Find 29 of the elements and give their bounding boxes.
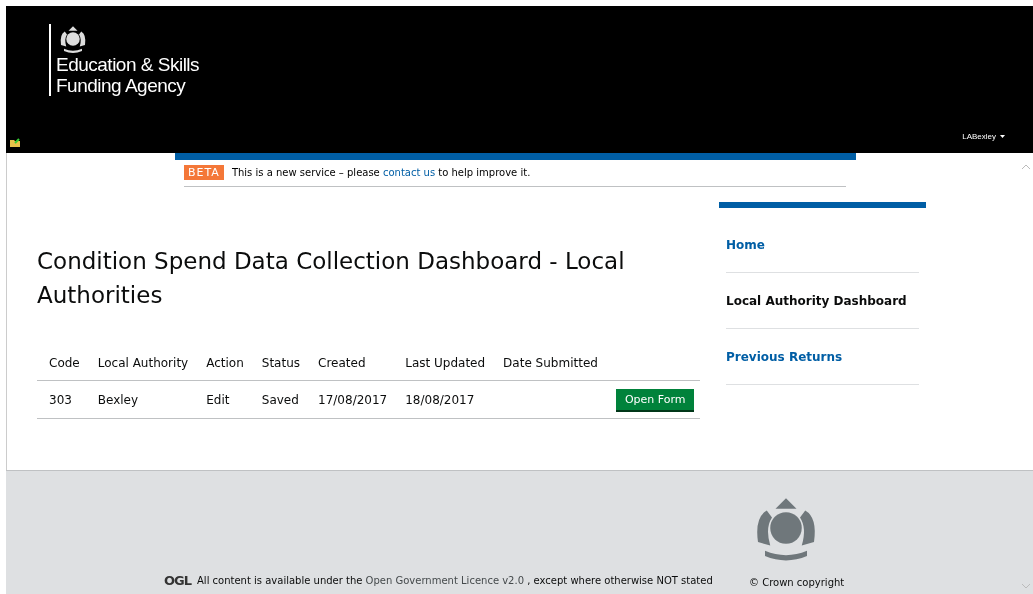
column-header: Created [306,348,394,381]
copyright-text: © Crown copyright [749,577,845,588]
contact-link[interactable]: contact us [382,167,436,178]
beta-tag: BETA [184,165,224,180]
column-header: Last Updated [393,348,492,381]
table-cell: Bexley [85,380,195,419]
user-menu[interactable]: LABexley [962,132,1005,141]
column-header: Action [194,348,250,381]
folder-icon [10,138,20,147]
page-title: Condition Spend Data Collection Dashboard - Local Authorities [37,247,626,310]
licence-text: All content is available under the Open Government Licence v2.0 , except where otherwise NOT stated [197,575,713,586]
nav-link[interactable]: Previous Returns [726,350,919,385]
nav-link[interactable]: Home [726,238,919,273]
column-header: Code [37,348,86,381]
logo-text: Education & Skills Funding Agency [56,54,200,96]
column-header: Date Submitted [491,348,604,381]
column-header: Status [249,348,307,381]
open-form-button[interactable]: Open Form [615,389,695,410]
nav-link[interactable]: Local Authority Dashboard [726,294,919,329]
table-cell: 18/08/2017 [393,380,492,419]
table-cell: 303 [37,380,86,419]
table-cell: Edit [194,380,250,419]
column-header: Local Authority [85,348,195,381]
licence-link[interactable]: Open Government Licence v2.0 [365,575,525,586]
table-cell: Saved [249,380,307,419]
ogl-logo: OGL [164,573,191,588]
caret-icon [1000,135,1005,138]
beta-message: This is a new service – please contact us to help improve it. [231,167,531,178]
table-cell: 17/08/2017 [306,380,394,419]
